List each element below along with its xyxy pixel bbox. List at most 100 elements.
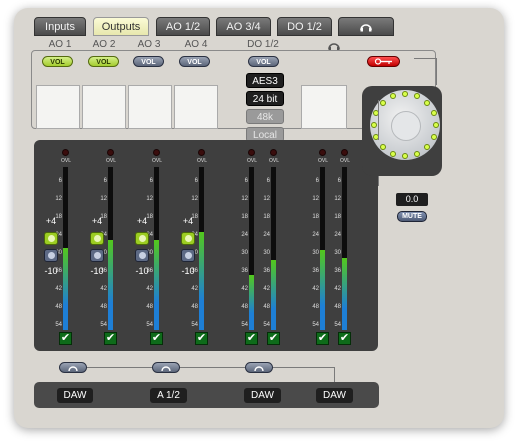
gain-plus4-button[interactable] [44,232,58,245]
channel-enable-check[interactable]: ✔ [245,332,258,345]
headphones-icon [68,366,78,372]
meter-scale-label: 54 [241,322,248,328]
meter-scale-label: 12 [312,196,319,202]
vol-button-ao4[interactable]: VOL [179,56,210,67]
source-a12-button[interactable]: A 1/2 [150,388,187,403]
meter-scale-label: 48 [312,304,319,310]
meter-scale-label: 54 [191,322,198,328]
gain-plus4-label: +4 [91,216,103,226]
ovl-led [270,149,277,156]
headphone-source-button[interactable] [59,362,87,373]
meter-scale-label: 54 [334,322,341,328]
key-button[interactable] [367,56,400,67]
meter-scale-label: 54 [312,322,319,328]
meter-scale-label: 18 [263,214,270,220]
knob-level-led [423,100,430,107]
meter-scale-label: 48 [334,304,341,310]
meter-scale-label: 42 [263,286,270,292]
meter-scale-label: 24 [334,232,341,238]
column-header-ao2: AO 2 [92,39,116,50]
gain-minus10-button[interactable] [90,249,104,262]
meter-scale-label: 24 [312,232,319,238]
tab-do-1-2[interactable]: DO 1/2 [277,17,332,36]
channel-enable-check[interactable]: ✔ [316,332,329,345]
tab-ao-3-4[interactable]: AO 3/4 [216,17,271,36]
knob-level-led [430,110,437,117]
channel-enable-check[interactable]: ✔ [150,332,163,345]
meter-scale-label: 30 [241,250,248,256]
ovl-led [153,149,160,156]
tab-headphones[interactable] [338,17,394,36]
meter-scale-label: 48 [146,304,153,310]
headphone-source-button[interactable] [245,362,273,373]
meter-scale-label: 12 [334,196,341,202]
meter-scale-label: 12 [55,196,62,202]
vol-button-ao3[interactable]: VOL [133,56,164,67]
meter-scale-label: 18 [241,214,248,220]
mute-button[interactable]: MUTE [397,211,427,222]
gain-plus4-label: +4 [136,216,148,226]
connector-line [436,58,437,85]
source-daw-button-3[interactable]: DAW [316,388,353,403]
channel-enable-check[interactable]: ✔ [338,332,351,345]
gain-plus4-button[interactable] [90,232,104,245]
vol-button-do12[interactable]: VOL [248,56,279,67]
format-aes3-button[interactable]: AES3 [246,73,284,88]
ovl-led [248,149,255,156]
meter-scale-label: 6 [194,178,198,184]
tab-outputs[interactable]: Outputs [93,17,149,36]
headphone-source-button[interactable] [152,362,180,373]
key-icon [374,58,392,65]
headphones-icon [254,366,264,372]
ovl-label: OVL [317,158,328,164]
source-daw-button-1[interactable]: DAW [57,388,93,403]
meter-scale-label: 42 [100,286,107,292]
meter-scale-label: 30 [263,250,270,256]
meter-scale-label: 12 [146,196,153,202]
bit-depth-button[interactable]: 24 bit [246,91,284,106]
meter-scale-label: 6 [149,178,153,184]
connector-line [179,367,245,368]
channel-enable-check[interactable]: ✔ [59,332,72,345]
channel-info-box-ao3 [128,85,172,129]
meter-scale-label: 18 [334,214,341,220]
source-daw-button-2[interactable]: DAW [244,388,281,403]
headphones-icon [360,24,372,32]
vol-button-ao2[interactable]: VOL [88,56,119,67]
led-icon [139,235,146,242]
tab-inputs[interactable]: Inputs [34,17,86,36]
knob-level-led [402,91,408,97]
gain-minus10-label: -10 [181,266,195,276]
meter-scale-label: 6 [315,178,319,184]
gain-plus4-button[interactable] [135,232,149,245]
knob-level-led [380,143,387,150]
knob-level-led [430,133,437,140]
channel-info-box-headphones [301,85,347,129]
meter-level [271,260,276,330]
meter-scale-label: 36 [312,268,319,274]
channel-enable-check[interactable]: ✔ [195,332,208,345]
led-icon [48,252,55,259]
ovl-label: OVL [268,158,279,164]
ovl-label: OVL [151,158,162,164]
gain-minus10-button[interactable] [44,249,58,262]
gain-minus10-button[interactable] [181,249,195,262]
meter-scale-label: 42 [146,286,153,292]
meter-level [63,248,68,330]
tab-ao-1-2[interactable]: AO 1/2 [156,17,210,36]
meter-scale-label: 42 [55,286,62,292]
ovl-label: OVL [105,158,116,164]
channel-enable-check[interactable]: ✔ [267,332,280,345]
gain-minus10-label: -10 [135,266,149,276]
meter-scale-label: 54 [146,322,153,328]
ovl-led [319,149,326,156]
gain-plus4-button[interactable] [181,232,195,245]
sample-rate-button[interactable]: 48k [246,109,284,124]
meter-scale-label: 54 [55,322,62,328]
gain-minus10-button[interactable] [135,249,149,262]
channel-enable-check[interactable]: ✔ [104,332,117,345]
knob-level-led [413,150,420,157]
vol-button-ao1[interactable]: VOL [42,56,73,67]
ovl-label: OVL [60,158,71,164]
led-icon [185,235,192,242]
